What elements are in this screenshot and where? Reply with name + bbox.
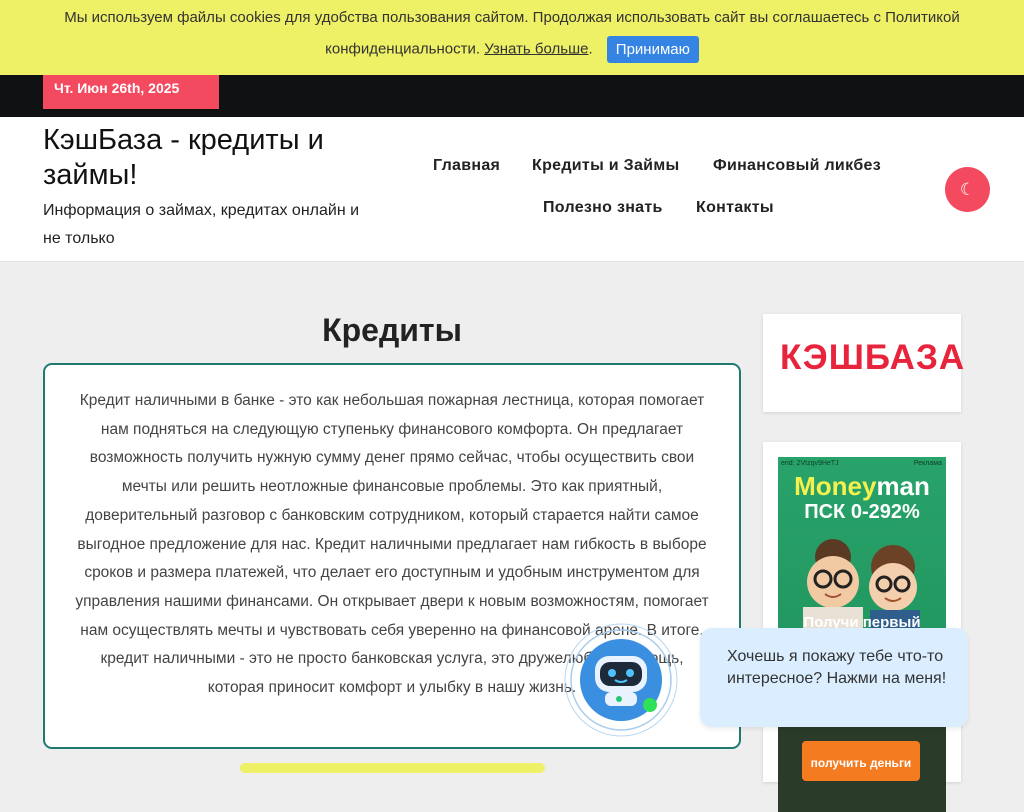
ad-brand-part2: man <box>876 471 930 501</box>
chatbot-launcher[interactable] <box>562 622 682 738</box>
yellow-button-edge[interactable] <box>240 763 545 773</box>
sidebar-logo-widget: КЭШБАЗА <box>763 314 964 412</box>
dark-mode-toggle-button[interactable]: ☾ <box>945 167 990 212</box>
site-description: Информация о займах, кредитах онлайн и н… <box>43 202 360 247</box>
site-title[interactable]: КэшБаза - кредиты и займы! <box>43 123 383 193</box>
nav-item-contacts[interactable]: Контакты <box>696 199 774 217</box>
get-money-button[interactable]: получить деньги <box>802 741 920 781</box>
sidebar-ad-widget: erid: 2Vtzqv9HeTJ Реклама Moneyman ПСК 0… <box>763 442 961 812</box>
nav-item-credits-loans[interactable]: Кредиты и Займы <box>532 157 679 175</box>
cookie-text-second-line: конфиденциальности. Узнать больше. Прини… <box>0 36 1024 63</box>
site-header: КэшБаза - кредиты и займы! Информация о … <box>0 117 1024 262</box>
page-title: Кредиты <box>322 312 462 348</box>
moon-icon: ☾ <box>959 180 976 199</box>
moneyman-ad-bottom[interactable]: получить деньги <box>778 722 946 812</box>
chat-bubble[interactable]: Хочешь я покажу тебе что-то интересное? … <box>700 628 968 727</box>
accept-cookies-button[interactable]: Принимаю <box>606 36 699 63</box>
cookie-period: . <box>588 40 593 58</box>
ad-rate: ПСК 0-292% <box>804 501 920 523</box>
chat-message: Хочешь я покажу тебе что-то интересное? … <box>727 648 947 687</box>
ad-brand-part1: Money <box>794 471 877 501</box>
ad-label: Реклама <box>913 460 942 467</box>
learn-more-link[interactable]: Узнать больше <box>484 40 588 57</box>
cookie-text: Мы используем файлы cookies для удобства… <box>64 9 960 26</box>
nav-item-home[interactable]: Главная <box>433 157 500 175</box>
top-bar: Чт. Июн 26th, 2025 <box>0 75 1024 117</box>
cookie-banner: Мы используем файлы cookies для удобства… <box>0 0 1024 75</box>
ad-brand: Moneyman <box>778 471 946 502</box>
robot-icon <box>564 623 678 737</box>
date-badge: Чт. Июн 26th, 2025 <box>43 75 219 109</box>
nav-item-financial-literacy[interactable]: Финансовый ликбез <box>713 157 881 175</box>
ad-erid: erid: 2Vtzqv9HeTJ <box>781 460 839 467</box>
cashbaza-logo[interactable]: КЭШБАЗА <box>780 338 965 378</box>
cookie-text-end: конфиденциальности. <box>325 40 481 58</box>
nav-item-useful[interactable]: Полезно знать <box>543 199 663 217</box>
